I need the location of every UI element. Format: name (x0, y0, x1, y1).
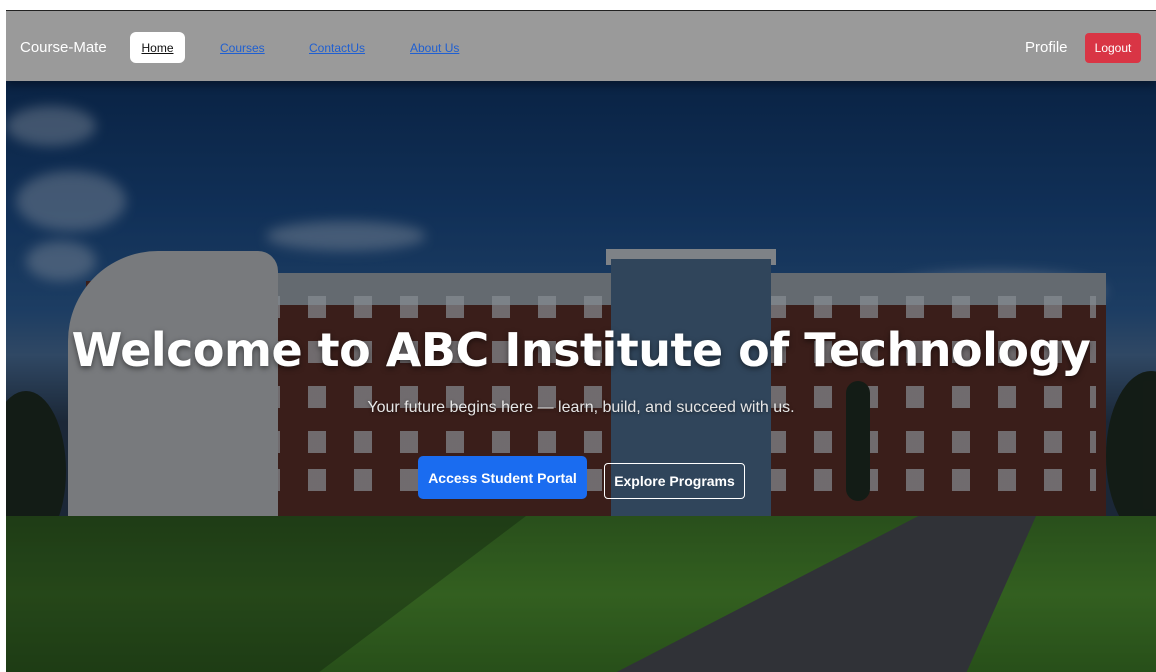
explore-programs-button[interactable]: Explore Programs (604, 463, 745, 499)
access-student-portal-button[interactable]: Access Student Portal (418, 456, 587, 499)
nav-link-contactus[interactable]: ContactUs (309, 41, 365, 55)
navbar: Course-Mate Home Courses ContactUs About… (6, 11, 1156, 81)
nav-link-about-us[interactable]: About Us (410, 41, 459, 55)
hero-title: Welcome to ABC Institute of Technology (71, 323, 1091, 377)
brand-logo[interactable]: Course-Mate (20, 39, 107, 56)
page-frame: Welcome to ABC Institute of Technology Y… (6, 10, 1156, 672)
logout-button[interactable]: Logout (1085, 33, 1141, 63)
hero-subtitle: Your future begins here — learn, build, … (367, 399, 795, 416)
nav-link-courses[interactable]: Courses (220, 41, 265, 55)
profile-link[interactable]: Profile (1025, 39, 1068, 56)
hero-section: Welcome to ABC Institute of Technology Y… (6, 11, 1156, 672)
nav-link-home[interactable]: Home (130, 32, 185, 63)
